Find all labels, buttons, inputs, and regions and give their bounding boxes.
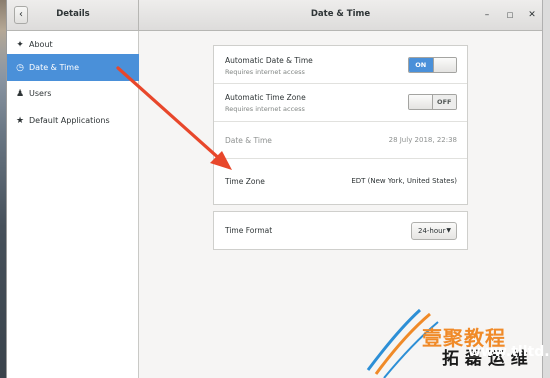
switch-state-label: OFF	[432, 95, 456, 109]
auto-datetime-title: Automatic Date & Time	[225, 56, 313, 65]
minimize-icon: –	[484, 10, 490, 20]
maximize-icon: □	[506, 11, 514, 19]
time-format-row: Time Format 24-hour ▼	[214, 212, 467, 251]
minimize-button[interactable]: –	[480, 8, 494, 22]
sidebar-item-users[interactable]: ♟ Users	[7, 80, 139, 107]
auto-datetime-switch[interactable]: ON	[408, 57, 457, 73]
time-format-title: Time Format	[225, 226, 273, 235]
timezone-title: Time Zone	[225, 177, 265, 186]
datetime-title: Date & Time	[225, 136, 272, 145]
auto-timezone-title: Automatic Time Zone	[225, 93, 306, 102]
datetime-row[interactable]: Date & Time 28 July 2018, 22:38	[214, 122, 467, 159]
sidebar-item-label: Date & Time	[29, 63, 80, 72]
datetime-value: 28 July 2018, 22:38	[388, 136, 457, 144]
close-button[interactable]: ✕	[525, 8, 539, 22]
switch-state-label: ON	[409, 58, 433, 72]
close-icon: ✕	[528, 10, 536, 20]
time-format-value: 24-hour	[418, 227, 446, 235]
auto-timezone-subtitle: Requires internet access	[225, 105, 305, 113]
auto-timezone-row: Automatic Time Zone Requires internet ac…	[214, 84, 467, 122]
main-content: Automatic Date & Time Requires internet …	[140, 31, 542, 378]
sidebar-header-title: Details	[56, 9, 90, 19]
auto-datetime-row: Automatic Date & Time Requires internet …	[214, 46, 467, 84]
caret-down-icon: ▼	[446, 227, 451, 234]
time-format-dropdown[interactable]: 24-hour ▼	[411, 222, 457, 240]
sidebar-item-label: Users	[29, 89, 52, 98]
star-icon: ★	[15, 115, 25, 126]
sidebar: ✦ About ◷ Date & Time ♟ Users ★ Default …	[7, 31, 139, 378]
timezone-row[interactable]: Time Zone EDT (New York, United States)	[214, 159, 467, 206]
maximize-button[interactable]: □	[503, 8, 517, 22]
switch-knob	[409, 95, 433, 109]
sidebar-header: ‹ Details	[7, 0, 139, 31]
sidebar-item-label: About	[29, 40, 53, 49]
auto-datetime-subtitle: Requires internet access	[225, 68, 305, 76]
auto-timezone-switch[interactable]: OFF	[408, 94, 457, 110]
users-icon: ♟	[15, 88, 25, 99]
time-format-panel: Time Format 24-hour ▼	[213, 211, 468, 250]
switch-knob	[432, 58, 456, 72]
star-icon: ✦	[16, 39, 24, 50]
date-time-panel: Automatic Date & Time Requires internet …	[213, 45, 468, 205]
sidebar-item-date-time[interactable]: ◷ Date & Time	[7, 54, 139, 81]
sidebar-item-default-applications[interactable]: ★ Default Applications	[7, 107, 139, 134]
timezone-value: EDT (New York, United States)	[351, 177, 457, 185]
header-bar: ‹ Details Date & Time – □ ✕	[7, 0, 542, 31]
settings-window: ‹ Details Date & Time – □ ✕ ✦ About ◷ Da…	[6, 0, 543, 378]
sidebar-item-label: Default Applications	[29, 116, 110, 125]
clock-icon: ◷	[16, 62, 24, 73]
